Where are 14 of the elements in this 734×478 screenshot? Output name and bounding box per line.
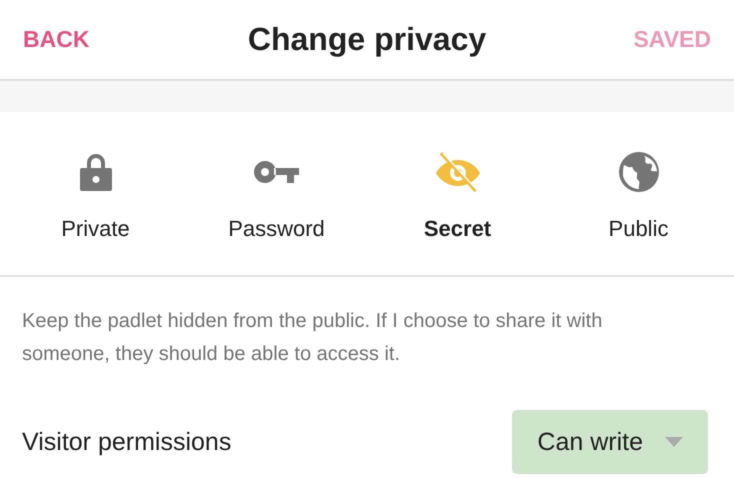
privacy-option[interactable]: Password [186, 112, 367, 275]
permissions-label: Visitor permissions [22, 428, 232, 456]
privacy-option[interactable]: Private [5, 112, 186, 275]
permissions-dropdown[interactable]: Can write [512, 410, 708, 474]
caret-icon [665, 437, 683, 447]
globe-icon [618, 151, 660, 193]
page-title: Change privacy [248, 21, 486, 58]
privacy-option[interactable]: Public [548, 112, 729, 275]
key-icon [254, 160, 300, 184]
eye-off-icon [434, 152, 480, 192]
privacy-description: Keep the padlet hidden from the public. If I choose to share it with someone, they should be able to access it. [22, 309, 604, 367]
lock-icon [78, 152, 112, 192]
privacy-option[interactable]: Secret [367, 112, 548, 275]
back-button[interactable]: BACK [23, 26, 90, 53]
